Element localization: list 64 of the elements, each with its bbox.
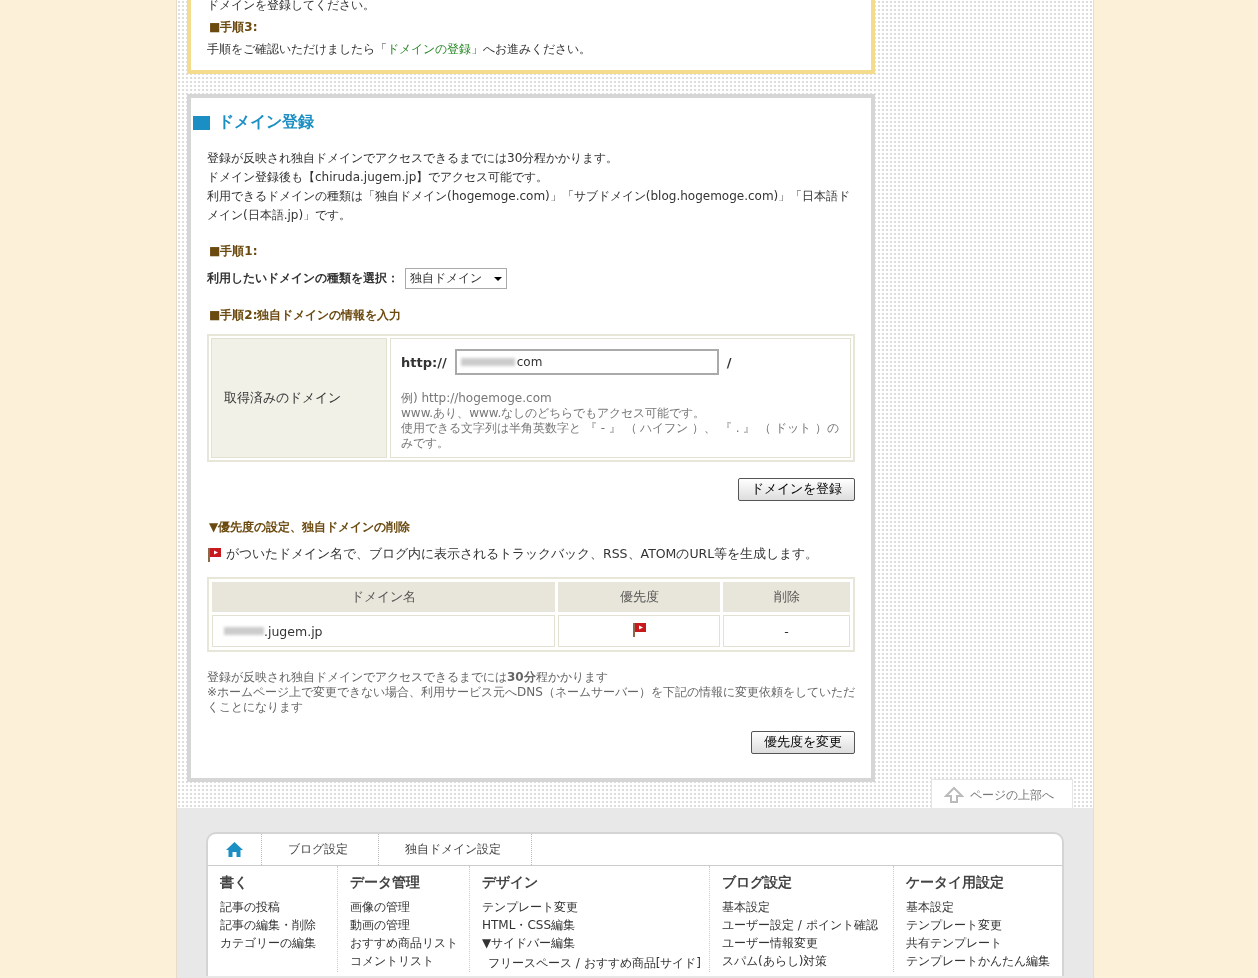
column-header: ドメイン名	[212, 582, 555, 612]
instruction-text: 手順をご確認いただけましたら「ドメインの登録」へお進みください。	[207, 41, 592, 58]
menu-link[interactable]: ユーザー設定 / ポイント確認	[722, 916, 878, 934]
menu-link[interactable]: フリースペース / おすすめ商品[サイド]	[482, 954, 702, 972]
menu-link[interactable]: おすすめ商品リスト	[350, 934, 458, 952]
menu-link[interactable]: テンプレート変更	[482, 898, 578, 916]
menu-heading: ブログ設定	[722, 874, 793, 892]
hint-text: 使用できる文字列は半角英数字と 『 - 』 （ ハイフン ）、 『 . 』 （ ドット ）のみです。	[401, 421, 840, 451]
change-priority-button[interactable]: 優先度を変更	[751, 731, 855, 754]
menu-link[interactable]: 基本設定	[906, 898, 954, 916]
menu-group-label: ▼サイドバー編集	[482, 935, 576, 952]
breadcrumb-link[interactable]: 独自ドメイン設定	[379, 834, 532, 865]
instruction-text: ドメインを登録してください。	[207, 0, 376, 14]
dropdown-arrow-icon	[494, 276, 502, 281]
menu-link[interactable]: 記事の編集・削除	[220, 916, 316, 934]
note-text: 登録が反映され独自ドメインでアクセスできるまでには30分程かかります	[207, 670, 609, 685]
url-suffix: /	[726, 354, 732, 370]
menu-link[interactable]: 基本設定	[722, 898, 770, 916]
menu-link[interactable]: テンプレートかんたん編集	[906, 952, 1050, 970]
menu-heading: データ管理	[350, 874, 421, 892]
section-heading: ▼優先度の設定、独自ドメインの削除	[208, 519, 412, 536]
flag-icon	[207, 547, 222, 562]
select-label: 利用したいドメインの種類を選択：	[207, 270, 399, 287]
menu-link[interactable]: スパム(あらし)対策	[722, 952, 828, 970]
section-title: ドメイン登録	[218, 112, 314, 133]
description-text: ドメイン登録後も【chiruda.jugem.jp】でアクセス可能です。	[207, 169, 550, 186]
note-text: がついたドメイン名で、ブログ内に表示されるトラックバック、RSS、ATOMのURL等を生成します。	[226, 546, 819, 563]
menu-link[interactable]: 記事の投稿	[220, 898, 280, 916]
menu-link[interactable]: 共有テンプレート	[906, 934, 1002, 952]
table-cell: .jugem.jp	[212, 615, 555, 647]
table-cell: -	[723, 615, 850, 647]
description-text: 登録が反映され独自ドメインでアクセスできるまでには30分程かかります。	[207, 150, 620, 167]
domain-type-select[interactable]: 独自ドメイン	[405, 268, 507, 289]
step-heading: ■手順2:独自ドメインの情報を入力	[208, 307, 403, 324]
domain-input-field[interactable]: com	[454, 349, 719, 375]
domain-register-link[interactable]: ドメインの登録	[387, 42, 471, 56]
menu-link[interactable]: ユーザー情報変更	[722, 934, 818, 952]
redacted-block	[460, 358, 515, 366]
menu-link[interactable]: HTML・CSS編集	[482, 916, 575, 934]
url-prefix: http://	[401, 354, 447, 370]
home-icon	[226, 842, 243, 857]
menu-link[interactable]: コメントリスト	[350, 952, 434, 970]
register-domain-button[interactable]: ドメインを登録	[738, 478, 855, 501]
hint-text: www.あり、www.なしのどちらでもアクセス可能です。	[401, 406, 707, 421]
description-text: 利用できるドメインの種類は「独自ドメイン(hogemoge.com)」「サブドメイン(blog.hogemoge.com)」「日本語ドメイン(日本語.jp)」です。	[207, 188, 852, 224]
row-label: 取得済みのドメイン	[211, 338, 387, 458]
up-arrow-icon	[944, 786, 964, 804]
column-header: 優先度	[558, 582, 720, 612]
square-icon	[193, 115, 210, 130]
column-header: 削除	[723, 582, 850, 612]
menu-heading: ケータイ用設定	[906, 874, 1005, 892]
menu-heading: デザイン	[482, 874, 539, 892]
menu-link[interactable]: 画像の管理	[350, 898, 410, 916]
hint-text: 例) http://hogemoge.com	[401, 391, 553, 406]
redacted-block	[224, 627, 264, 635]
menu-link[interactable]: 動画の管理	[350, 916, 410, 934]
menu-heading: 書く	[220, 874, 249, 892]
page-top-link[interactable]: ページの上部へ	[931, 779, 1073, 808]
breadcrumb-link[interactable]: ブログ設定	[262, 834, 379, 865]
step-heading: ■手順1:	[208, 243, 259, 260]
step-heading: ■手順3:	[208, 19, 259, 36]
menu-link[interactable]: テンプレート変更	[906, 916, 1002, 934]
menu-link[interactable]: カテゴリーの編集	[220, 934, 316, 952]
note-text: ※ホームページ上で変更できない場合、利用サービス元へDNS（ネームサーバー）を下記の情報に変更依頼をしていただくことになります	[207, 685, 855, 715]
